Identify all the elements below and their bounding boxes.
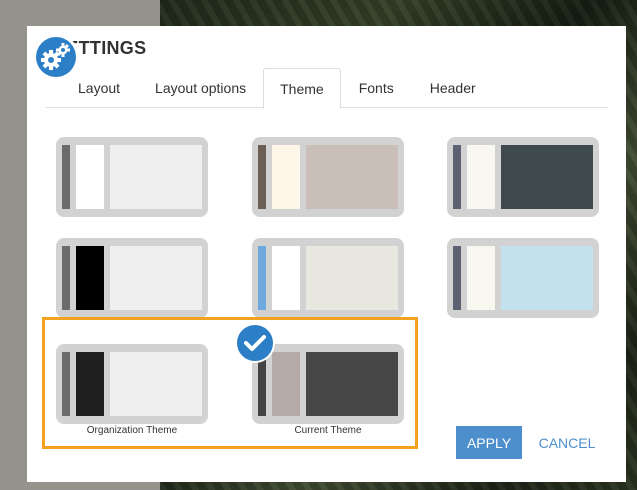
theme-option[interactable] xyxy=(56,238,208,318)
theme-swatch-side xyxy=(76,246,104,310)
theme-option[interactable] xyxy=(252,137,404,217)
theme-swatch-side xyxy=(272,246,300,310)
theme-option[interactable] xyxy=(447,137,599,217)
theme-option[interactable] xyxy=(252,238,404,318)
tab-fonts[interactable]: Fonts xyxy=(343,68,410,108)
theme-swatch-side xyxy=(467,246,495,310)
theme-option[interactable] xyxy=(447,238,599,318)
theme-swatch-main xyxy=(306,145,398,209)
theme-swatch-stripe xyxy=(258,246,266,310)
highlight-frame xyxy=(42,317,418,449)
settings-dialog: SETTINGS Layout Layout options Theme Fon… xyxy=(27,26,626,482)
theme-swatch-main xyxy=(110,145,202,209)
apply-button[interactable]: APPLY xyxy=(456,426,522,459)
theme-swatch-main xyxy=(501,145,593,209)
theme-swatch-stripe xyxy=(258,145,266,209)
tab-header[interactable]: Header xyxy=(414,68,492,108)
tab-bar: Layout Layout options Theme Fonts Header xyxy=(46,68,608,109)
theme-option[interactable] xyxy=(56,137,208,217)
theme-swatch-main xyxy=(306,246,398,310)
checkmark-icon xyxy=(235,323,275,363)
theme-swatch-side xyxy=(467,145,495,209)
theme-swatch-main xyxy=(110,246,202,310)
cancel-button[interactable]: CANCEL xyxy=(537,426,597,459)
theme-swatch-main xyxy=(501,246,593,310)
theme-swatch-stripe xyxy=(62,246,70,310)
theme-swatch-stripe xyxy=(453,145,461,209)
theme-swatch-side xyxy=(76,145,104,209)
tab-layout-options[interactable]: Layout options xyxy=(139,68,262,108)
theme-swatch-side xyxy=(272,145,300,209)
tab-theme[interactable]: Theme xyxy=(263,68,341,109)
theme-swatch-stripe xyxy=(453,246,461,310)
gears-icon xyxy=(33,34,79,80)
theme-swatch-stripe xyxy=(62,145,70,209)
